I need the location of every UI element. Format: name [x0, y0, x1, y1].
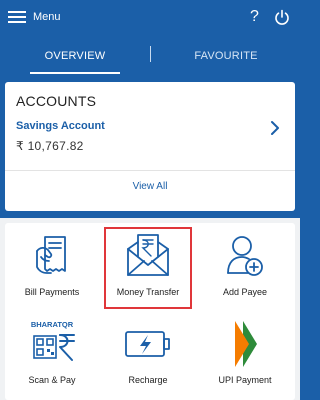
bharat-qr-icon: BHARATQR	[7, 318, 97, 370]
battery-recharge-icon	[103, 318, 193, 370]
tab-overview[interactable]: OVERVIEW	[30, 38, 120, 74]
scan-and-pay-tile[interactable]: BHARATQR Scan & Pay	[7, 312, 97, 398]
upi-logo-icon	[200, 318, 290, 370]
power-icon[interactable]	[274, 9, 290, 25]
top-bar: Menu ?	[0, 0, 300, 34]
upi-payment-label: UPI Payment	[218, 375, 272, 385]
add-payee-tile[interactable]: Add Payee	[200, 224, 290, 310]
menu-button[interactable]: Menu	[8, 8, 61, 26]
highlight-box	[104, 227, 192, 309]
scan-and-pay-label: Scan & Pay	[28, 375, 76, 385]
hamburger-icon	[8, 10, 26, 24]
view-all-link[interactable]: View All	[5, 181, 295, 192]
accounts-title: ACCOUNTS	[16, 93, 97, 109]
bill-payments-tile[interactable]: Bill Payments	[7, 224, 97, 310]
add-payee-icon	[200, 230, 290, 282]
tab-divider	[150, 46, 151, 62]
bharat-qr-text: BHARATQR	[31, 320, 74, 329]
add-payee-label: Add Payee	[222, 287, 268, 297]
card-divider	[5, 170, 295, 171]
menu-label: Menu	[33, 11, 61, 23]
tab-bar: OVERVIEW FAVOURITE	[0, 38, 300, 74]
tab-favourite[interactable]: FAVOURITE	[182, 38, 270, 74]
upi-payment-tile[interactable]: UPI Payment	[200, 312, 290, 398]
account-name[interactable]: Savings Account	[16, 120, 105, 132]
account-balance: ₹ 10,767.82	[16, 139, 84, 153]
bill-payments-label: Bill Payments	[24, 287, 80, 297]
help-icon[interactable]: ?	[250, 8, 259, 26]
accounts-card: ACCOUNTS Savings Account ₹ 10,767.82 Vie…	[5, 82, 295, 211]
bill-payments-icon	[7, 230, 97, 282]
recharge-tile[interactable]: Recharge	[103, 312, 193, 398]
recharge-label: Recharge	[128, 375, 168, 385]
chevron-right-icon[interactable]	[268, 118, 282, 138]
